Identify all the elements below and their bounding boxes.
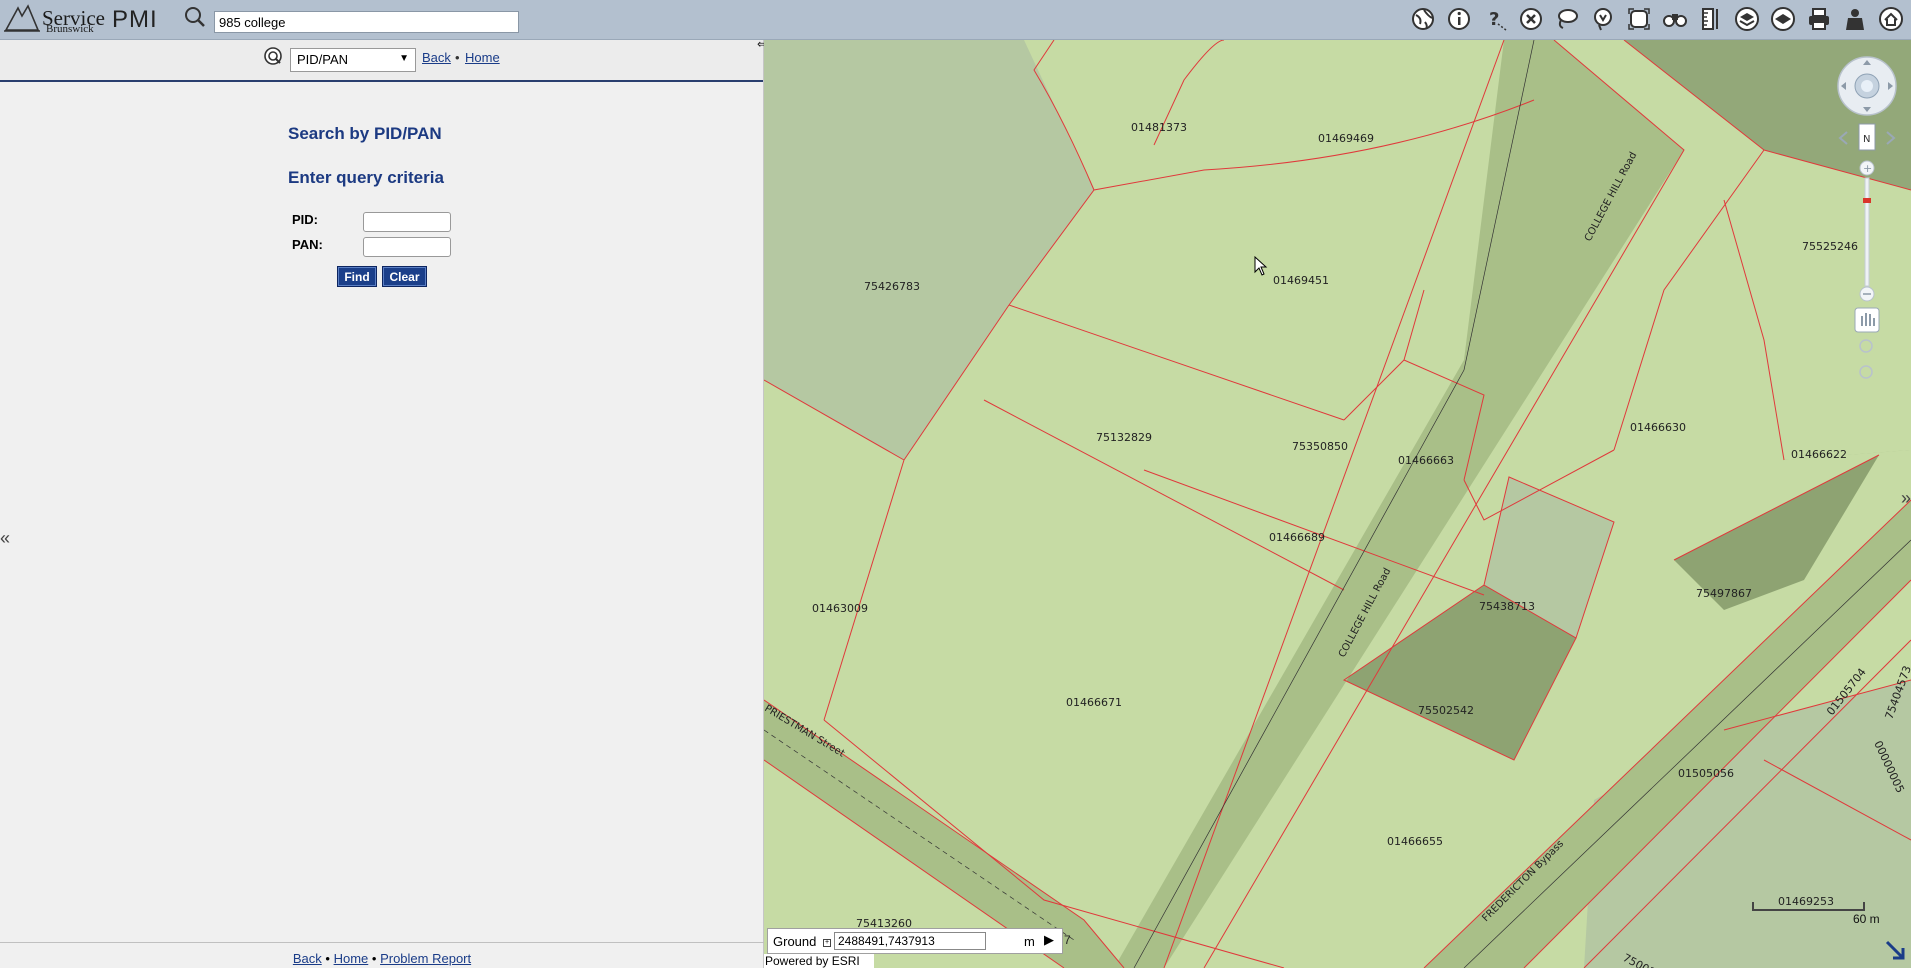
north-label: N [1863, 134, 1870, 145]
coordinate-input[interactable] [834, 932, 986, 950]
coordinate-system-label: Ground [773, 934, 817, 949]
parcel-label: 01466622 [1791, 448, 1847, 461]
brand-bottom-text: Brunswick [46, 23, 94, 35]
map-view[interactable]: 01481373 01469469 75426783 01469451 7552… [764, 40, 1911, 968]
parcel-label: 01505056 [1678, 767, 1734, 780]
parcel-label: 75497867 [1696, 587, 1752, 600]
basemap-icon[interactable] [1766, 4, 1799, 34]
map-navigation-control[interactable]: N + [1819, 56, 1909, 406]
parcel-label: 75132829 [1096, 431, 1152, 444]
info-icon[interactable] [1442, 4, 1475, 34]
zoom-box-out-icon[interactable] [1859, 365, 1873, 379]
logo-icon [4, 4, 40, 32]
parcel-label: 01469469 [1318, 132, 1374, 145]
parcel-label: 75438713 [1479, 600, 1535, 613]
parcel-label: 75502542 [1418, 704, 1474, 717]
chevron-down-icon: ▼ [399, 53, 409, 64]
left-panel: PID/PAN ▼ Back • Home Search by PID/PAN … [0, 40, 764, 968]
parcel-label: 01481373 [1131, 121, 1187, 134]
find-button[interactable]: Find [337, 266, 377, 287]
frame-icon[interactable] [1622, 4, 1655, 34]
collapse-left-icon[interactable]: « [0, 528, 10, 558]
parcel-label: 01463009 [812, 602, 868, 615]
coordinate-toggle-icon[interactable]: + [823, 939, 831, 947]
pid-input[interactable] [363, 212, 451, 232]
scale-bar [1752, 902, 1865, 911]
lasso-select-icon[interactable] [1550, 4, 1583, 34]
resize-corner-icon[interactable] [1883, 938, 1909, 964]
separator: • [371, 951, 377, 966]
separator: • [455, 50, 460, 65]
app-name: PMI [112, 6, 158, 33]
scale-label: 60 m [1853, 912, 1880, 926]
user-icon[interactable] [1838, 4, 1871, 34]
zoom-level: 7 [1064, 933, 1071, 947]
page-title: Search by PID/PAN [288, 124, 442, 143]
svg-text:?: ? [1489, 9, 1499, 30]
coordinate-box: Ground + m ▶ [767, 928, 1063, 954]
svg-text:+: + [1863, 162, 1872, 175]
help-icon[interactable]: ? [1478, 4, 1511, 34]
layers-icon[interactable] [1730, 4, 1763, 34]
powered-by-label: Powered by ESRI [764, 954, 874, 968]
footer-back-link[interactable]: Back [293, 951, 322, 966]
parcel-label: 01466630 [1630, 421, 1686, 434]
binoculars-icon[interactable] [1658, 4, 1691, 34]
footer-home-link[interactable]: Home [334, 951, 369, 966]
parcel-map: 01481373 01469469 75426783 01469451 7552… [764, 40, 1911, 968]
separator: • [325, 951, 330, 966]
rotate-right-icon[interactable] [1886, 131, 1896, 145]
mouse-cursor-icon [1254, 256, 1268, 276]
zoom-box-in-icon[interactable] [1859, 339, 1873, 353]
pan-label: PAN: [292, 237, 323, 252]
left-panel-header: PID/PAN ▼ Back • Home [0, 40, 763, 82]
clear-icon[interactable] [1514, 4, 1547, 34]
section-heading: Enter query criteria [288, 168, 444, 187]
footer-divider [0, 942, 764, 943]
back-link[interactable]: Back [422, 50, 451, 65]
search-icon[interactable] [182, 4, 208, 30]
collapse-right-icon[interactable]: » [1901, 488, 1911, 518]
globe-icon[interactable] [1406, 4, 1439, 34]
rotate-left-icon[interactable] [1838, 131, 1848, 145]
zoom-slider-thumb[interactable] [1863, 198, 1871, 203]
parcel-label: 01466655 [1387, 835, 1443, 848]
service-brunswick-logo[interactable]: Service Brunswick [2, 3, 105, 35]
measure-icon[interactable] [1694, 4, 1727, 34]
toolbar: ? [1406, 4, 1911, 34]
identify-icon[interactable] [1586, 4, 1619, 34]
parcel-label: 01466663 [1398, 454, 1454, 467]
parcel-label: 75426783 [864, 280, 920, 293]
parcel-label: 01466689 [1269, 531, 1325, 544]
go-arrow-icon[interactable]: ▶ [1044, 932, 1054, 948]
pan-input[interactable] [363, 237, 451, 257]
search-icon[interactable] [262, 46, 286, 70]
search-mode-select[interactable]: PID/PAN ▼ [290, 48, 416, 72]
parcel-label: 75350850 [1292, 440, 1348, 453]
top-bar: Service Brunswick PMI ? [0, 0, 1911, 40]
parcel-label: 01466671 [1066, 696, 1122, 709]
home-link[interactable]: Home [465, 50, 500, 65]
pid-label: PID: [292, 212, 318, 227]
zoom-slider[interactable] [1864, 177, 1870, 287]
home-circle-icon[interactable] [1874, 4, 1907, 34]
clear-button[interactable]: Clear [382, 266, 427, 287]
left-footer: Back • Home • Problem Report [0, 951, 764, 966]
problem-report-link[interactable]: Problem Report [380, 951, 471, 966]
search-input[interactable] [214, 11, 519, 33]
print-icon[interactable] [1802, 4, 1835, 34]
coordinate-unit: m [1024, 934, 1035, 949]
search-mode-value: PID/PAN [297, 52, 349, 67]
parcel-label: 01469451 [1273, 274, 1329, 287]
